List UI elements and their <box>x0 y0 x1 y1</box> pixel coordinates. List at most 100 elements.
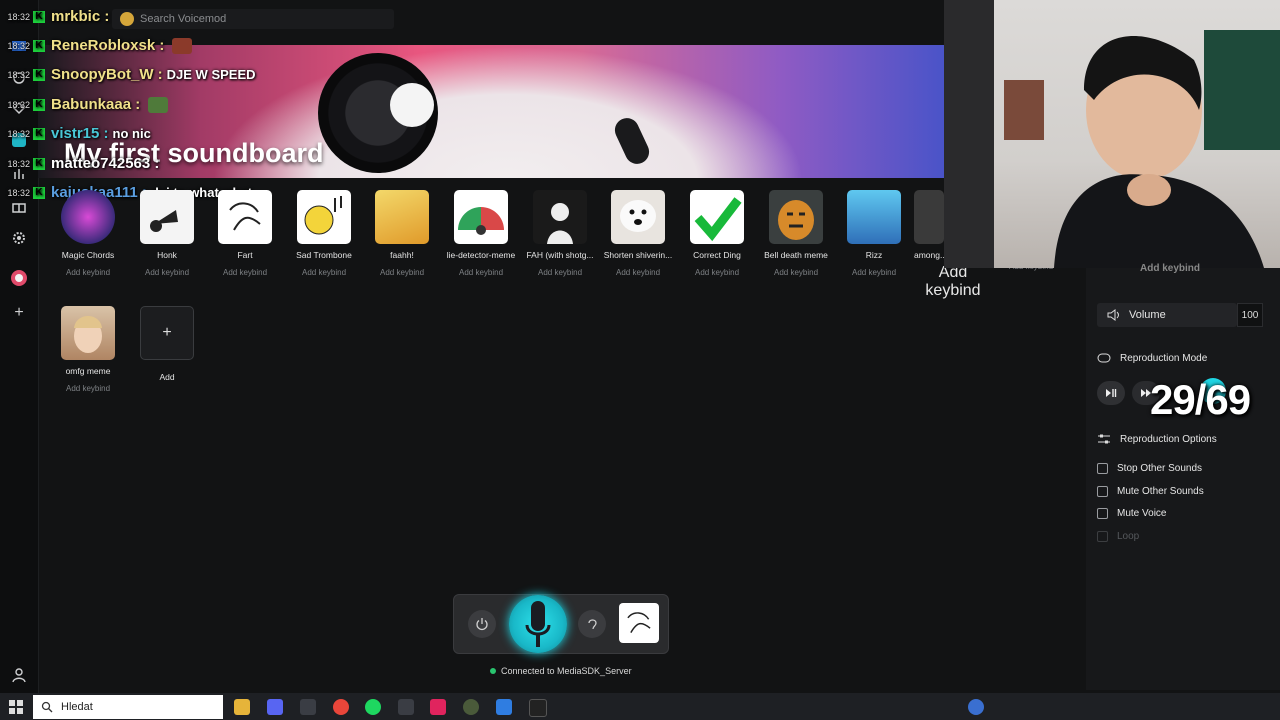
add-keybind-link[interactable]: Add keybind <box>599 268 677 277</box>
soundboard-avatar-icon[interactable] <box>9 268 29 288</box>
add-keybind-link[interactable]: Add keybind <box>757 268 835 277</box>
volume-label: Volume <box>1129 309 1166 321</box>
power-icon <box>476 618 488 631</box>
sound-name: Correct Ding <box>693 250 741 260</box>
discord-icon[interactable] <box>267 699 283 715</box>
sound-thumbnail <box>61 190 115 244</box>
sound-tile[interactable]: Magic Chords Add keybind <box>49 190 127 277</box>
connection-status: Connected to MediaSDK_Server <box>490 666 632 676</box>
mute-other-sounds-checkbox[interactable]: Mute Other Sounds <box>1097 486 1204 497</box>
add-keybind-link[interactable]: Add keybind <box>914 264 992 300</box>
sound-thumbnail <box>61 306 115 360</box>
sound-name: omfg meme <box>65 366 111 376</box>
sound-name: Magic Chords <box>61 250 115 260</box>
repeat-icon <box>1097 352 1111 364</box>
sound-tile[interactable]: FAH (with shotg... Add keybind <box>521 190 599 277</box>
sound-name: Honk <box>157 250 177 260</box>
obs-icon[interactable] <box>463 699 479 715</box>
mute-voice-checkbox[interactable]: Mute Voice <box>1097 508 1166 519</box>
webcam-overlay <box>944 0 1280 268</box>
microphone-icon <box>525 601 551 647</box>
taskbar-search-input[interactable]: Hledat <box>33 695 223 719</box>
voicemod-icon[interactable] <box>529 699 547 717</box>
volume-control[interactable]: Volume <box>1097 303 1237 327</box>
user-profile-icon[interactable] <box>9 665 29 685</box>
tiktok-icon[interactable] <box>430 699 446 715</box>
loop-checkbox[interactable]: Loop <box>1097 531 1139 542</box>
overlay-counter: 29/69 <box>1150 376 1251 423</box>
sound-thumbnail <box>690 190 744 244</box>
sound-thumbnail <box>533 190 587 244</box>
power-button[interactable] <box>468 610 496 638</box>
search-input[interactable]: Search Voicemod <box>112 9 394 29</box>
add-soundboard-icon[interactable]: + <box>9 303 29 323</box>
status-dot-icon <box>490 668 496 674</box>
chat-message: 18:32 K mrkbic : <box>7 8 110 25</box>
sound-name: faahh! <box>390 250 414 260</box>
sound-name: Shorten shiverin... <box>603 250 673 260</box>
hear-myself-button[interactable] <box>578 610 606 638</box>
play-pause-mode-button[interactable] <box>1097 381 1125 405</box>
add-keybind-link[interactable]: Add keybind <box>49 268 127 277</box>
sound-tile[interactable]: Correct Ding Add keybind <box>678 190 756 277</box>
sound-tile[interactable]: Fart Add keybind <box>206 190 284 277</box>
selected-sound-preview[interactable] <box>619 603 659 643</box>
sound-thumbnail <box>611 190 665 244</box>
app-icon[interactable] <box>300 699 316 715</box>
reproduction-options-heading: Reproduction Options <box>1097 433 1217 445</box>
stop-other-sounds-checkbox[interactable]: Stop Other Sounds <box>1097 463 1202 474</box>
chrome-icon[interactable] <box>333 699 349 715</box>
sound-settings-panel <box>1086 268 1280 690</box>
chat-emote <box>148 96 169 113</box>
sound-name: among... <box>914 250 944 260</box>
add-keybind-link[interactable]: Add keybind <box>678 268 756 277</box>
sound-tile[interactable]: among... <box>914 190 944 260</box>
add-sound-label: Add <box>159 372 175 382</box>
tray-icon[interactable] <box>968 699 984 715</box>
windows-start-icon[interactable] <box>8 699 24 715</box>
chat-emote <box>172 37 193 54</box>
chat-message: 18:32 K Babunkaaa : <box>0 96 169 113</box>
sound-name: Bell death meme <box>764 250 828 260</box>
spotify-icon[interactable] <box>365 699 381 715</box>
chat-message: 18:32 K matteo742563 : <box>7 155 160 172</box>
panel-add-keybind-button[interactable]: Add keybind <box>1140 263 1200 274</box>
sound-tile[interactable]: Shorten shiverin... Add keybind <box>599 190 677 277</box>
sound-tile[interactable]: Bell death meme Add keybind <box>757 190 835 277</box>
sliders-icon <box>1097 433 1111 445</box>
reproduction-mode-heading: Reproduction Mode <box>1097 352 1207 364</box>
play-pause-icon <box>1106 389 1117 397</box>
add-sound-tile[interactable]: + Add <box>128 306 206 382</box>
sound-name: Rizz <box>865 250 883 260</box>
sound-tile[interactable]: lie-detector-meme Add keybind <box>442 190 520 277</box>
steam-icon[interactable] <box>398 699 414 715</box>
sound-tile[interactable]: Honk Add keybind <box>128 190 206 277</box>
add-keybind-link[interactable]: Add keybind <box>442 268 520 277</box>
search-icon <box>41 701 53 713</box>
plus-icon[interactable]: + <box>140 306 194 360</box>
add-keybind-link[interactable]: Add keybind <box>128 268 206 277</box>
add-keybind-link[interactable]: Add keybind <box>49 384 127 393</box>
sound-tile[interactable]: faahh! Add keybind <box>363 190 441 277</box>
app-icon[interactable] <box>496 699 512 715</box>
add-keybind-link[interactable]: Add keybind <box>285 268 363 277</box>
file-explorer-icon[interactable] <box>234 699 250 715</box>
ear-icon <box>588 619 597 630</box>
sound-tile[interactable]: omfg meme Add keybind <box>49 306 127 393</box>
sound-tile[interactable]: Rizz Add keybind <box>835 190 913 277</box>
voice-control-bar <box>453 594 669 654</box>
microphone-toggle-button[interactable] <box>509 595 567 653</box>
add-keybind-link[interactable]: Add keybind <box>835 268 913 277</box>
banner-eye-glint <box>390 83 434 127</box>
add-keybind-link[interactable]: Add keybind <box>206 268 284 277</box>
emoji-icon <box>120 12 134 26</box>
settings-gear-icon[interactable] <box>9 228 29 248</box>
sound-thumbnail <box>847 190 901 244</box>
sound-name: Fart <box>237 250 253 260</box>
volume-value-input[interactable]: 100 <box>1237 303 1263 327</box>
sound-thumbnail <box>914 190 944 244</box>
sound-tile[interactable]: Sad Trombone Add keybind <box>285 190 363 277</box>
add-keybind-link[interactable]: Add keybind <box>363 268 441 277</box>
add-keybind-link[interactable]: Add keybind <box>521 268 599 277</box>
fart-sound-icon <box>627 612 651 633</box>
